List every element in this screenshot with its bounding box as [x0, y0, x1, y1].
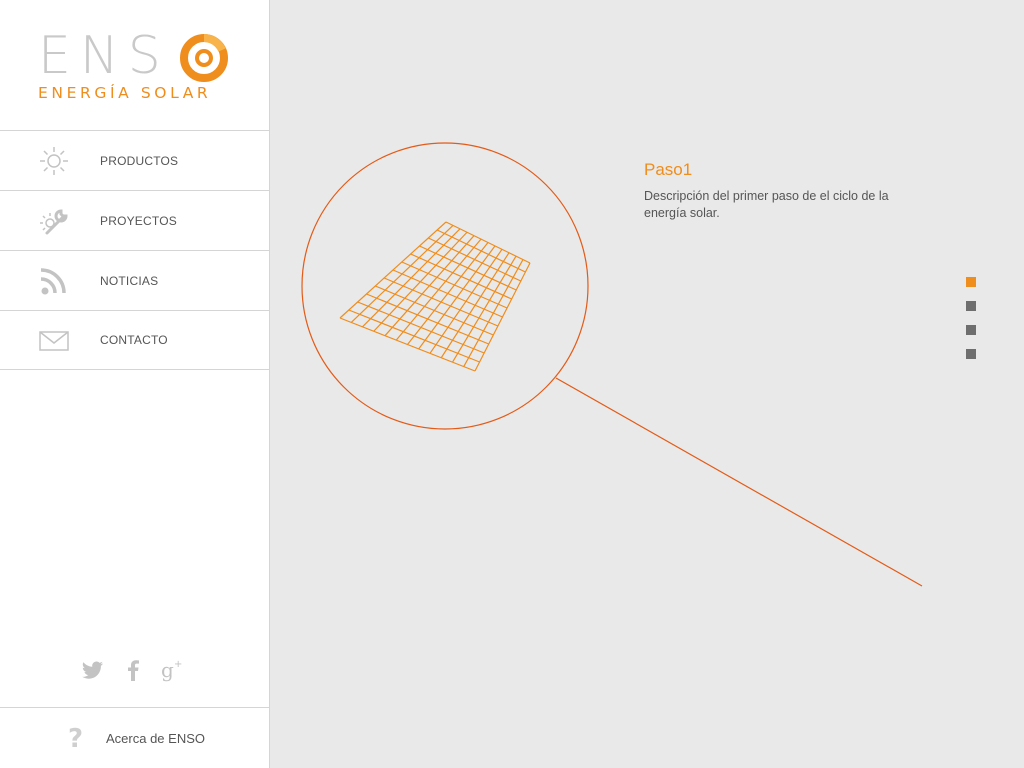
sun-o-logo-icon: [180, 34, 228, 82]
nav-label-productos: PRODUCTOS: [100, 153, 179, 168]
twitter-icon[interactable]: [80, 657, 106, 683]
about-section[interactable]: ? Acerca de ENSO: [0, 707, 269, 768]
main-nav: PRODUCTOS PROYECTOS NOTICIAS CONTACTO: [0, 130, 269, 370]
rss-icon: [40, 268, 66, 295]
brand-logo[interactable]: ENS ENERGÍA SOLAR: [0, 0, 269, 131]
pager-dot-4[interactable]: [966, 349, 976, 359]
nav-label-noticias: NOTICIAS: [100, 273, 159, 288]
nav-label-contacto: CONTACTO: [100, 333, 168, 347]
solar-panel-illustration: [301, 142, 923, 587]
pager-dot-2[interactable]: [966, 301, 976, 311]
svg-text:+: +: [174, 659, 182, 670]
tools-icon: [40, 209, 68, 235]
svg-text:g: g: [161, 658, 174, 682]
social-links: g +: [80, 656, 200, 684]
nav-label-proyectos: PROYECTOS: [100, 213, 177, 228]
step-title: Paso1: [644, 160, 693, 179]
step-description: Descripción del primer paso de el ciclo …: [644, 189, 889, 220]
nav-item-productos[interactable]: PRODUCTOS: [0, 130, 269, 190]
sun-icon: [40, 147, 68, 175]
pointer-line: [555, 377, 923, 587]
solar-panel-grid-icon: [339, 221, 531, 372]
pager-dot-1[interactable]: [966, 277, 976, 287]
about-link[interactable]: Acerca de ENSO: [106, 731, 205, 746]
step-pager: [966, 277, 978, 373]
brand-tagline: ENERGÍA SOLAR: [38, 84, 212, 102]
nav-item-proyectos[interactable]: PROYECTOS: [0, 190, 269, 250]
facebook-icon[interactable]: [120, 657, 146, 683]
nav-item-noticias[interactable]: NOTICIAS: [0, 250, 269, 310]
main-content: Paso1 Descripción del primer paso de el …: [270, 0, 1024, 768]
pager-dot-3[interactable]: [966, 325, 976, 335]
brand-name: ENS: [38, 26, 170, 86]
sidebar: ENS ENERGÍA SOLAR PRODUCTOS PROYECTOS NO…: [0, 0, 270, 768]
question-mark-icon: ?: [68, 724, 84, 754]
zoom-circle: [301, 142, 589, 430]
nav-item-contacto[interactable]: CONTACTO: [0, 310, 269, 370]
mail-icon: [39, 331, 69, 351]
google-plus-icon[interactable]: g +: [160, 657, 186, 683]
